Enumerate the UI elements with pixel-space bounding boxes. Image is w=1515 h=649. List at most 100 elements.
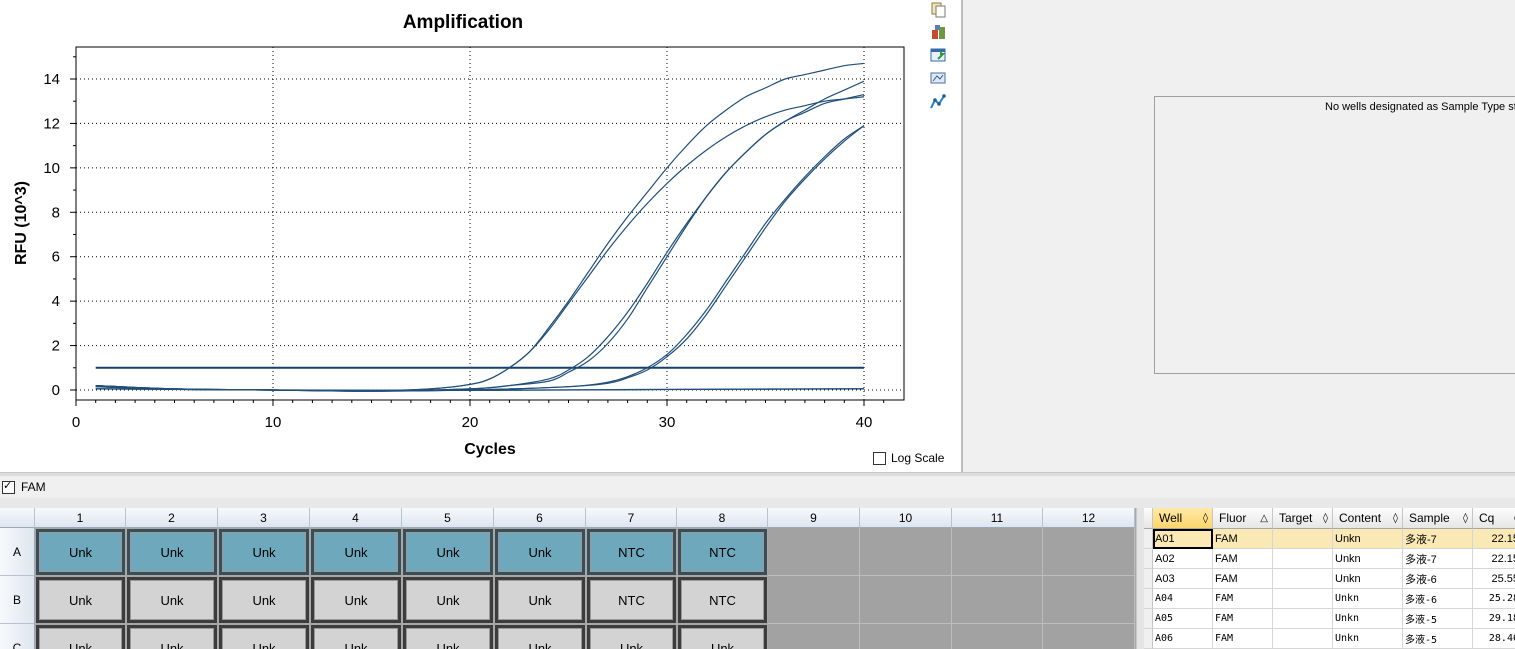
save-image-icon[interactable] — [930, 47, 947, 63]
sort-indicator-icon[interactable]: △ — [1260, 513, 1268, 524]
well-A1[interactable]: Unk — [36, 529, 125, 575]
row-selector[interactable] — [1144, 589, 1153, 609]
table-cell-fluor[interactable]: FAM — [1213, 529, 1273, 549]
table-cell-target[interactable] — [1273, 629, 1333, 649]
plate-row-header-B[interactable]: B — [0, 576, 35, 624]
plate-column-header-12[interactable]: 12 — [1043, 508, 1135, 528]
copy-icon[interactable] — [930, 2, 947, 18]
table-cell-cq[interactable]: 22.15 — [1473, 529, 1515, 549]
table-cell-sample[interactable]: 多液-5 — [1403, 629, 1473, 649]
table-cell-well[interactable]: A04 — [1153, 589, 1213, 609]
plate-column-header-4[interactable]: 4 — [310, 508, 402, 528]
table-cell-cq[interactable]: 25.28 — [1473, 589, 1515, 609]
plate-column-header-7[interactable]: 7 — [586, 508, 677, 528]
plate-column-header-8[interactable]: 8 — [677, 508, 768, 528]
empty-well-C12[interactable] — [1043, 624, 1135, 649]
well-C1[interactable]: Unk — [36, 625, 125, 649]
empty-well-A9[interactable] — [768, 528, 860, 576]
row-selector[interactable] — [1144, 529, 1153, 549]
well-A5[interactable]: Unk — [403, 529, 493, 575]
column-header-cq[interactable]: Cq◊ — [1473, 508, 1515, 529]
export-icon[interactable] — [930, 24, 947, 40]
well-A6[interactable]: Unk — [495, 529, 585, 575]
chart-settings-icon[interactable] — [930, 94, 947, 110]
empty-well-B9[interactable] — [768, 576, 860, 624]
fam-checkbox[interactable] — [2, 479, 15, 494]
table-cell-cq[interactable]: 29.18 — [1473, 609, 1515, 629]
well-C3[interactable]: Unk — [219, 625, 309, 649]
table-cell-well[interactable]: A06 — [1153, 629, 1213, 649]
log-scale-checkbox[interactable] — [873, 451, 886, 465]
table-cell-content[interactable]: Unkn — [1333, 569, 1403, 589]
well-B3[interactable]: Unk — [219, 577, 309, 623]
plate-corner[interactable] — [0, 508, 35, 528]
well-A4[interactable]: Unk — [311, 529, 401, 575]
plate-column-header-9[interactable]: 9 — [768, 508, 860, 528]
plate-column-header-3[interactable]: 3 — [218, 508, 310, 528]
well-C7[interactable]: Unk — [587, 625, 676, 649]
table-cell-sample[interactable]: 多液-7 — [1403, 549, 1473, 569]
well-A3[interactable]: Unk — [219, 529, 309, 575]
table-cell-target[interactable] — [1273, 589, 1333, 609]
sort-indicator-icon[interactable]: ◊ — [1323, 513, 1328, 524]
well-A8[interactable]: NTC — [678, 529, 767, 575]
row-selector[interactable] — [1144, 609, 1153, 629]
empty-well-B12[interactable] — [1043, 576, 1135, 624]
table-cell-sample[interactable]: 多液-6 — [1403, 569, 1473, 589]
table-cell-well[interactable]: A01 — [1153, 529, 1213, 549]
column-header-sample[interactable]: Sample ◊ — [1403, 508, 1473, 529]
table-cell-fluor[interactable]: FAM — [1213, 569, 1273, 589]
log-scale-toggle[interactable]: Log Scale — [873, 451, 944, 465]
sort-indicator-icon[interactable]: ◊ — [1463, 513, 1468, 524]
empty-well-B11[interactable] — [952, 576, 1043, 624]
table-cell-sample[interactable]: 多液-5 — [1403, 609, 1473, 629]
table-cell-target[interactable] — [1273, 609, 1333, 629]
table-cell-content[interactable]: Unkn — [1333, 589, 1403, 609]
well-B4[interactable]: Unk — [311, 577, 401, 623]
table-cell-well[interactable]: A05 — [1153, 609, 1213, 629]
well-C2[interactable]: Unk — [127, 625, 217, 649]
table-cell-well[interactable]: A02 — [1153, 549, 1213, 569]
plate-column-header-5[interactable]: 5 — [402, 508, 494, 528]
well-A7[interactable]: NTC — [587, 529, 676, 575]
table-cell-cq[interactable]: 28.46 — [1473, 629, 1515, 649]
table-cell-content[interactable]: Unkn — [1333, 629, 1403, 649]
well-C5[interactable]: Unk — [403, 625, 493, 649]
empty-well-C11[interactable] — [952, 624, 1043, 649]
empty-well-B10[interactable] — [860, 576, 952, 624]
row-selector[interactable] — [1144, 569, 1153, 589]
empty-well-A10[interactable] — [860, 528, 952, 576]
table-cell-content[interactable]: Unkn — [1333, 609, 1403, 629]
table-cell-cq[interactable]: 25.55 — [1473, 569, 1515, 589]
print-icon[interactable] — [930, 70, 947, 86]
column-header-content[interactable]: Content ◊ — [1333, 508, 1403, 529]
table-cell-fluor[interactable]: FAM — [1213, 609, 1273, 629]
well-B8[interactable]: NTC — [678, 577, 767, 623]
table-cell-target[interactable] — [1273, 529, 1333, 549]
well-B7[interactable]: NTC — [587, 577, 676, 623]
table-cell-sample[interactable]: 多液-6 — [1403, 589, 1473, 609]
empty-well-C9[interactable] — [768, 624, 860, 649]
empty-well-A12[interactable] — [1043, 528, 1135, 576]
plate-column-header-1[interactable]: 1 — [35, 508, 126, 528]
well-B2[interactable]: Unk — [127, 577, 217, 623]
row-selector[interactable] — [1144, 549, 1153, 569]
column-header-target[interactable]: Target ◊ — [1273, 508, 1333, 529]
column-header-well[interactable]: Well ◊ — [1153, 508, 1213, 529]
empty-well-A11[interactable] — [952, 528, 1043, 576]
empty-well-C10[interactable] — [860, 624, 952, 649]
well-B5[interactable]: Unk — [403, 577, 493, 623]
table-cell-sample[interactable]: 多液-7 — [1403, 529, 1473, 549]
plate-row-header-C[interactable]: C — [0, 624, 35, 649]
table-cell-content[interactable]: Unkn — [1333, 549, 1403, 569]
row-selector[interactable] — [1144, 629, 1153, 649]
table-cell-content[interactable]: Unkn — [1333, 529, 1403, 549]
plate-column-header-10[interactable]: 10 — [860, 508, 952, 528]
sort-indicator-icon[interactable]: ◊ — [1393, 513, 1398, 524]
well-C8[interactable]: Unk — [678, 625, 767, 649]
well-B1[interactable]: Unk — [36, 577, 125, 623]
well-B6[interactable]: Unk — [495, 577, 585, 623]
table-cell-cq[interactable]: 22.15 — [1473, 549, 1515, 569]
table-cell-target[interactable] — [1273, 569, 1333, 589]
table-cell-fluor[interactable]: FAM — [1213, 549, 1273, 569]
